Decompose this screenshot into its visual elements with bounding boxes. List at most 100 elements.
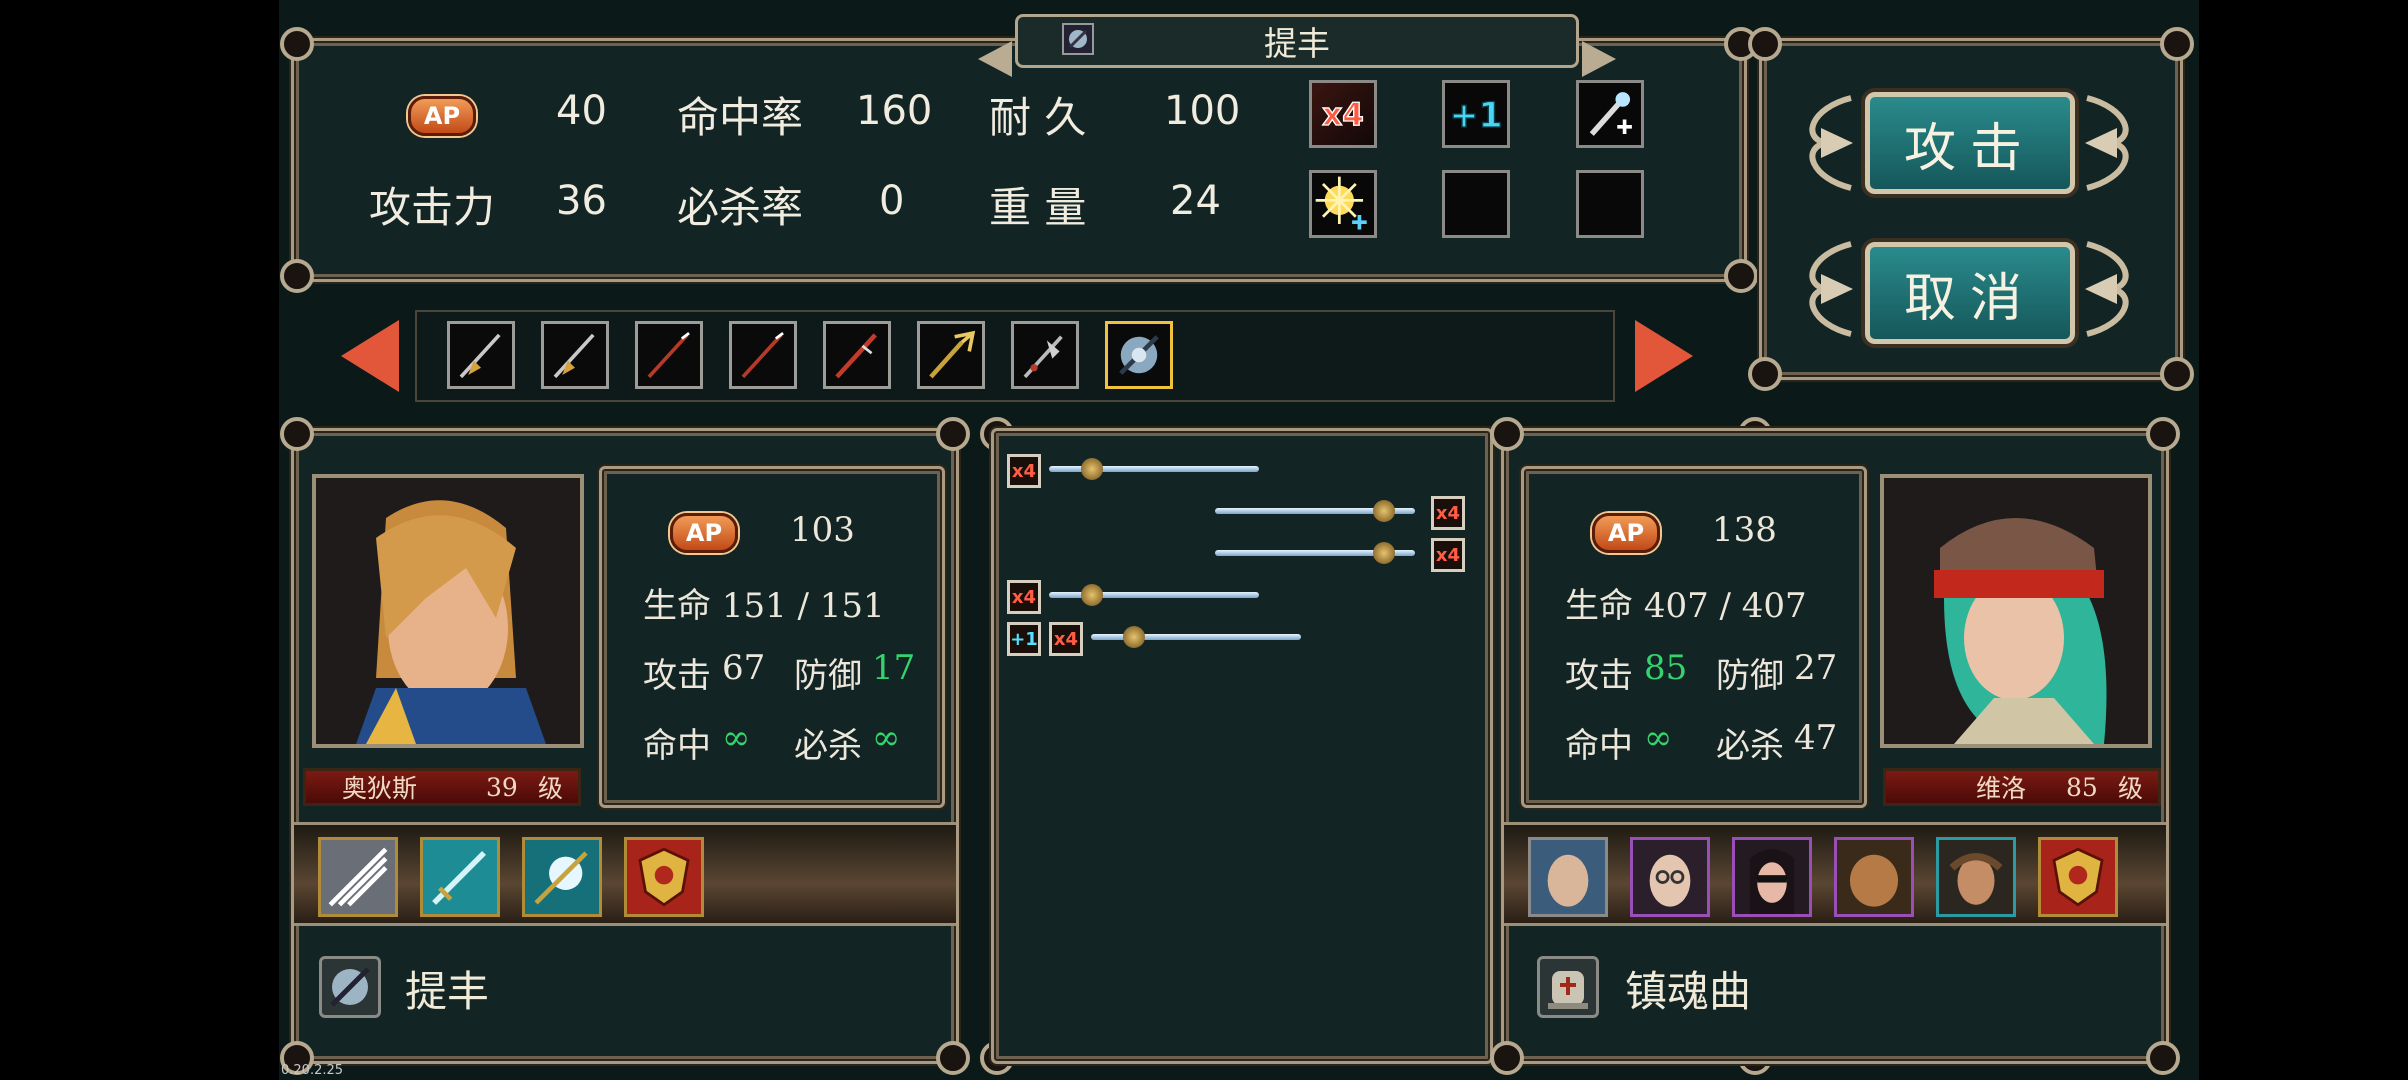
enemy-skill-strip — [1504, 822, 2166, 926]
player-weapon-name: 提丰 — [405, 967, 490, 1016]
enemy-level: 85 — [2066, 772, 2098, 802]
effect-magic-wand-icon — [1576, 80, 1644, 148]
enemy-weapon-name: 镇魂曲 — [1625, 967, 1752, 1016]
stat-attack-value: 36 — [556, 178, 607, 224]
lance-guard-icon — [1123, 626, 1145, 648]
player-hp-label: 生命 — [643, 586, 711, 626]
typhon-weapon-icon — [319, 956, 381, 1018]
tab-right-ornament — [1582, 41, 1616, 77]
glasses-face-skill-icon[interactable] — [1630, 837, 1710, 917]
red-shield-skill-icon[interactable] — [624, 837, 704, 917]
warrior-face-skill-icon[interactable] — [1936, 837, 2016, 917]
ap-icon: AP — [670, 513, 738, 553]
brute-face-skill-icon[interactable] — [1834, 837, 1914, 917]
weapon-slot-spear[interactable] — [541, 321, 609, 389]
stat-crit-value: 0 — [879, 178, 905, 224]
prev-weapon-arrow-icon[interactable] — [341, 320, 399, 392]
stat-attack-label: 攻击力 — [369, 183, 496, 232]
weapon-slot-typhon-selected[interactable] — [1105, 321, 1173, 389]
effect-x4-icon: x4 — [1309, 80, 1377, 148]
stat-weight-label: 重 量 — [989, 183, 1087, 232]
enemy-hp-label: 生命 — [1565, 586, 1633, 626]
weapon-selector-strip — [415, 310, 1615, 402]
player-skill-strip — [294, 822, 956, 926]
enemy-atk-value: 85 — [1644, 648, 1688, 688]
requiem-tomb-icon — [1537, 956, 1599, 1018]
bald-face-skill-icon[interactable] — [1528, 837, 1608, 917]
weapon-icon — [1062, 23, 1094, 55]
player-level-unit: 级 — [538, 774, 564, 803]
enemy-name-bar: 维洛 85 级 — [1883, 768, 2161, 806]
weapon-slot-red-lance[interactable] — [635, 321, 703, 389]
lance-guard-icon — [1081, 584, 1103, 606]
ornament-icon — [2085, 95, 2129, 191]
player-crit-value: ∞ — [872, 718, 901, 758]
next-weapon-arrow-icon[interactable] — [1635, 320, 1693, 392]
ornament-icon — [1809, 241, 1853, 337]
empty-effect-slot — [1576, 170, 1644, 238]
enemy-hp-value: 407 / 407 — [1643, 586, 1807, 626]
enemy-portrait — [1880, 474, 2152, 748]
effect-burst-icon — [1309, 170, 1377, 238]
stat-hit-label: 命中率 — [677, 93, 804, 142]
player-atk-value: 67 — [722, 648, 766, 688]
effect-plus-one-icon: +1 — [1442, 80, 1510, 148]
svg-text:+1: +1 — [1449, 96, 1502, 136]
battle-preview-frame — [991, 428, 1493, 1064]
enemy-def-value: 27 — [1794, 648, 1838, 688]
attack-button[interactable]: 攻击 — [1865, 92, 2075, 194]
player-hit-label: 命中 — [643, 726, 711, 766]
player-def-label: 防御 — [794, 656, 862, 696]
version-label: 0.20.2.25 — [281, 1063, 344, 1078]
enemy-hit-label: 命中 — [1565, 726, 1633, 766]
player-hit-value: ∞ — [722, 718, 751, 758]
x4-tag-icon: x4 — [1007, 580, 1041, 614]
weapon-slot-red-lance[interactable] — [729, 321, 797, 389]
ap-icon: AP — [1592, 513, 1660, 553]
stat-ap-value: 40 — [556, 88, 607, 134]
player-atk-label: 攻击 — [643, 656, 711, 696]
ornament-icon — [2085, 241, 2129, 337]
stat-hit-value: 160 — [856, 88, 933, 134]
ap-icon: AP — [408, 96, 476, 136]
cancel-button[interactable]: 取消 — [1865, 242, 2075, 344]
weapon-slot-spear[interactable] — [447, 321, 515, 389]
enemy-hp-row: 生命 407 / 407 — [1565, 578, 1807, 627]
player-ap-value: 103 — [790, 510, 855, 550]
empty-effect-slot — [1442, 170, 1510, 238]
player-level: 39 — [486, 772, 518, 802]
star-sword-skill-icon[interactable] — [522, 837, 602, 917]
battle-screen: 提丰 AP 40 命中率 160 耐 久 100 攻击力 36 必杀率 0 重 … — [279, 0, 2199, 1080]
weapon-title-tab: 提丰 — [978, 14, 1616, 77]
player-name: 奥狄斯 — [342, 774, 418, 803]
tab-left-ornament — [978, 41, 1012, 77]
player-def-value: 17 — [872, 648, 916, 688]
lance-guard-icon — [1373, 500, 1395, 522]
red-shield-skill-icon[interactable] — [2038, 837, 2118, 917]
stat-durability-label: 耐 久 — [989, 93, 1087, 142]
player-hp-value: 151 / 151 — [721, 586, 885, 626]
enemy-ap-value: 138 — [1712, 510, 1777, 550]
x4-tag-icon: x4 — [1049, 622, 1083, 656]
white-slash-skill-icon[interactable] — [318, 837, 398, 917]
weapon-slot-trident[interactable] — [917, 321, 985, 389]
enemy-level-unit: 级 — [2118, 774, 2144, 803]
masked-woman-skill-icon[interactable] — [1732, 837, 1812, 917]
enemy-def-label: 防御 — [1716, 656, 1784, 696]
teal-sword-skill-icon[interactable] — [420, 837, 500, 917]
weapon-slot-halberd[interactable] — [1011, 321, 1079, 389]
player-crit-label: 必杀 — [794, 726, 862, 766]
ornament-icon — [1809, 95, 1853, 191]
lance-guard-icon — [1081, 458, 1103, 480]
stat-crit-label: 必杀率 — [677, 183, 804, 232]
x4-tag-icon: x4 — [1007, 454, 1041, 488]
lance-guard-icon — [1373, 542, 1395, 564]
weapon-stats-panel — [280, 27, 1758, 293]
weapon-slot-red-lance[interactable] — [823, 321, 891, 389]
enemy-atk-label: 攻击 — [1565, 656, 1633, 696]
svg-text:x4: x4 — [1322, 97, 1364, 133]
x4-tag-icon: x4 — [1431, 496, 1465, 530]
stat-durability-value: 100 — [1164, 88, 1241, 134]
plus-one-tag-icon: +1 — [1007, 622, 1041, 656]
enemy-crit-value: 47 — [1794, 718, 1838, 758]
